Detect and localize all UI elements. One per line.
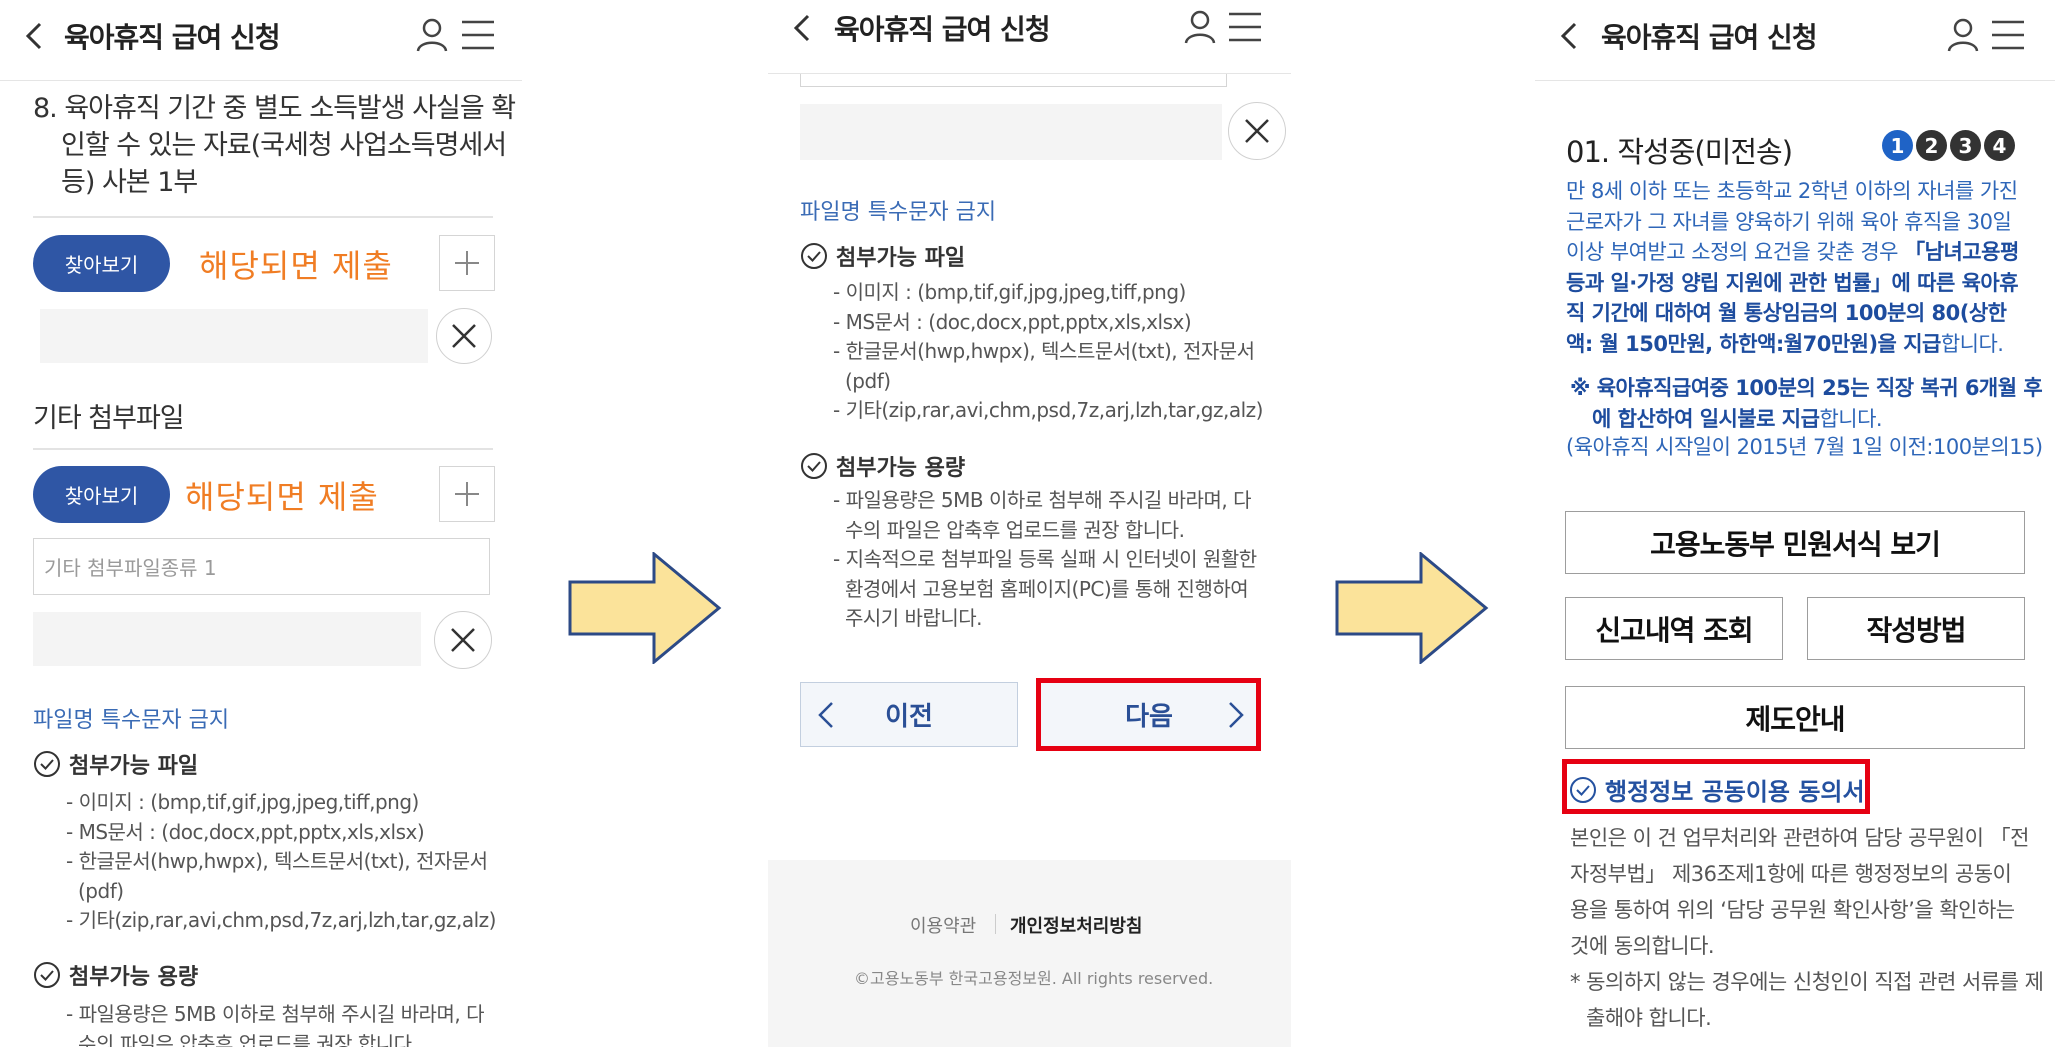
prev-button[interactable]: 이전	[800, 682, 1018, 747]
allowed-files-title: 첨부가능 파일	[69, 754, 199, 779]
step-indicator-4: 4	[1984, 130, 2015, 161]
other-file-name-field[interactable]	[33, 612, 421, 666]
list-item: - MS문서 : (doc,docx,ppt,pptx,xls,xlsx)	[66, 819, 425, 844]
flow-arrow-1	[568, 552, 722, 664]
header-title: 육아휴직 급여 신청	[1601, 21, 1818, 54]
other-attachment-type-input[interactable]: 기타 첨부파일종류 1	[33, 538, 490, 595]
remove-file-button[interactable]	[1228, 102, 1286, 160]
allowed-size-list: - 파일용량은 5MB 이하로 첨부해 주시길 바라며, 다수의 파일은 압축후…	[825, 486, 1265, 634]
filename-special-char-note: 파일명 특수문자 금지	[800, 200, 997, 225]
add-file-button[interactable]	[439, 235, 495, 291]
desc-text-end: 합니다.	[1940, 331, 2004, 356]
check-circle-icon	[34, 751, 60, 777]
footer-terms-link[interactable]: 이용약관	[910, 912, 976, 938]
menu-icon[interactable]	[1992, 20, 2024, 50]
highlight-next-button	[1036, 678, 1261, 751]
payment-note: ※ 육아휴직급여중 100분의 25는 직장 복귀 6개월 후에 합산하여 일시…	[1570, 373, 2047, 434]
footer-copyright: ©고용노동부 한국고용정보원. All rights reserved.	[854, 969, 1214, 988]
how-to-write-button[interactable]: 작성방법	[1807, 597, 2025, 660]
chevron-left-icon	[818, 702, 833, 728]
prev-button-label: 이전	[885, 702, 933, 732]
header-divider	[0, 80, 522, 81]
panel-attachments-form: 육아휴직 급여 신청 8. 육아휴직 기간 중 별도 소득발생 사실을 확인할 …	[0, 0, 522, 1047]
report-history-button[interactable]: 신고내역 조회	[1565, 597, 1783, 660]
header-divider	[1535, 80, 2055, 81]
list-item: - 파일용량은 5MB 이하로 첨부해 주시길 바라며, 다수의 파일은 압축후…	[833, 488, 1251, 542]
partial-input-field[interactable]	[800, 74, 1227, 87]
back-chevron-icon[interactable]	[790, 14, 814, 42]
allowed-files-heading: 첨부가능 파일	[33, 748, 198, 780]
user-icon[interactable]	[416, 18, 448, 52]
close-icon	[451, 628, 475, 652]
find-file-button[interactable]: 찾아보기	[33, 235, 170, 292]
allowed-files-list: - 이미지 : (bmp,tif,gif,jpg,jpeg,tiff,png) …	[825, 278, 1265, 426]
step-indicator-1: 1	[1882, 130, 1913, 161]
back-chevron-icon[interactable]	[22, 22, 46, 50]
benefit-description: 만 8세 이하 또는 초등학교 2학년 이하의 자녀를 가진 근로자가 그 자녀…	[1566, 176, 2028, 359]
header-title: 육아휴직 급여 신청	[64, 21, 281, 54]
consent-note: * 동의하지 않는 경우에는 신청인이 직접 관련 서류를 제출해야 합니다.	[1570, 970, 2044, 1030]
menu-icon[interactable]	[462, 20, 494, 50]
footer-privacy-link[interactable]: 개인정보처리방침	[1010, 912, 1142, 938]
allowed-size-list: - 파일용량은 5MB 이하로 첨부해 주시길 바라며, 다수의 파일은 압축후…	[58, 1000, 498, 1047]
section-divider	[33, 216, 493, 218]
allowed-files-list: - 이미지 : (bmp,tif,gif,jpg,jpeg,tiff,png) …	[58, 788, 498, 936]
list-item: - MS문서 : (doc,docx,ppt,pptx,xls,xlsx)	[833, 309, 1192, 334]
allowed-size-heading: 첨부가능 용량	[33, 959, 198, 991]
check-circle-icon	[34, 962, 60, 988]
system-guide-button[interactable]: 제도안내	[1565, 686, 2025, 749]
other-add-file-button[interactable]	[439, 466, 495, 522]
list-item: - 한글문서(hwp,hwpx), 텍스트문서(txt), 전자문서(pdf)	[833, 339, 1255, 393]
section8-title: 8. 육아휴직 기간 중 별도 소득발생 사실을 확인할 수 있는 자료(국세청…	[33, 93, 516, 198]
header-title: 육아휴직 급여 신청	[834, 13, 1051, 46]
close-icon	[1245, 119, 1269, 143]
close-icon	[452, 324, 476, 348]
step-indicator-2: 2	[1916, 130, 1947, 161]
allowed-files-title: 첨부가능 파일	[836, 246, 966, 271]
file-name-field[interactable]	[40, 309, 428, 363]
view-forms-button[interactable]: 고용노동부 민원서식 보기	[1565, 511, 2025, 574]
step-status-title: 01. 작성중(미전송)	[1566, 135, 1793, 169]
other-attachments-title: 기타 첨부파일	[33, 403, 185, 434]
list-item: - 한글문서(hwp,hwpx), 텍스트문서(txt), 전자문서(pdf)	[66, 849, 488, 903]
remove-file-button[interactable]	[436, 308, 492, 364]
allowed-size-title: 첨부가능 용량	[69, 965, 199, 990]
footer: 이용약관 개인정보처리방침 ©고용노동부 한국고용정보원. All rights…	[768, 860, 1291, 1047]
highlight-consent	[1562, 759, 1870, 814]
list-item: - 기타(zip,rar,avi,chm,psd,7z,arj,lzh,tar,…	[66, 908, 496, 932]
flow-arrow-2	[1335, 552, 1489, 664]
list-item: - 기타(zip,rar,avi,chm,psd,7z,arj,lzh,tar,…	[833, 398, 1263, 422]
section-divider	[33, 448, 493, 450]
allowed-size-heading: 첨부가능 용량	[800, 450, 965, 482]
list-item: - 파일용량은 5MB 이하로 첨부해 주시길 바라며, 다수의 파일은 압축후…	[66, 1002, 484, 1047]
back-chevron-icon[interactable]	[1557, 22, 1581, 50]
other-find-file-button[interactable]: 찾아보기	[33, 466, 170, 523]
payment-note-bold: ※ 육아휴직급여중 100분의 25는 직장 복귀 6개월 후에 합산하여 일시…	[1570, 376, 2043, 431]
other-submit-if-applicable-note: 해당되면 제출	[185, 478, 379, 516]
user-icon[interactable]	[1947, 18, 1979, 52]
list-item: - 이미지 : (bmp,tif,gif,jpg,jpeg,tiff,png)	[66, 790, 419, 814]
footer-separator	[995, 914, 996, 934]
check-circle-icon	[801, 243, 827, 269]
payment-note-paren: (육아휴직 시작일이 2015년 7월 1일 이전:100분의15)	[1566, 435, 2043, 459]
allowed-size-title: 첨부가능 용량	[836, 456, 966, 481]
step-indicator-3: 3	[1950, 130, 1981, 161]
panel-application-start: 육아휴직 급여 신청 01. 작성중(미전송) 1 2 3 4 만 8세 이하 …	[1535, 0, 2055, 1047]
check-circle-icon	[801, 453, 827, 479]
payment-note-end: 합니다.	[1819, 406, 1883, 431]
list-item: - 지속적으로 첨부파일 등록 실패 시 인터넷이 원활한 환경에서 고용보험 …	[833, 547, 1257, 630]
panel-attachments-nav: 육아휴직 급여 신청 파일명 특수문자 금지 첨부가능 파일 - 이미지 : (…	[768, 0, 1291, 1047]
other-remove-file-button[interactable]	[434, 611, 492, 669]
consent-text: 본인은 이 건 업무처리와 관련하여 담당 공무원이 「전자정부법」 제36조제…	[1570, 826, 2029, 958]
menu-icon[interactable]	[1229, 12, 1261, 42]
file-name-field[interactable]	[800, 104, 1222, 160]
list-item: - 이미지 : (bmp,tif,gif,jpg,jpeg,tiff,png)	[833, 280, 1186, 304]
filename-special-char-note: 파일명 특수문자 금지	[33, 708, 230, 733]
allowed-files-heading: 첨부가능 파일	[800, 240, 965, 272]
submit-if-applicable-note: 해당되면 제출	[199, 247, 393, 285]
user-icon[interactable]	[1184, 10, 1216, 44]
